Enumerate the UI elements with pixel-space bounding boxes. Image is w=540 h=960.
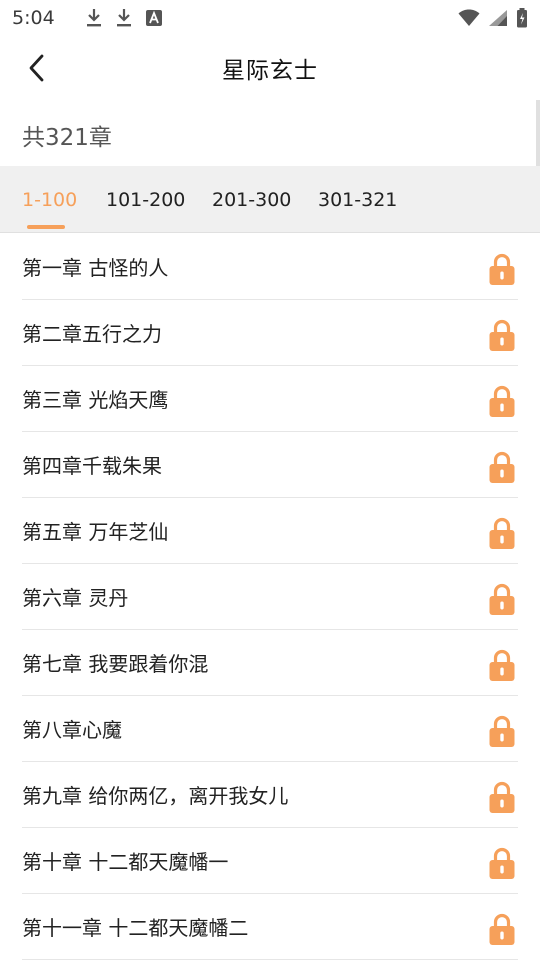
chapter-row[interactable]: 第十一章 十二都天魔幡二 bbox=[22, 894, 518, 960]
chapter-title: 第五章 万年芝仙 bbox=[22, 520, 169, 544]
tab-1-100[interactable]: 1-100 bbox=[22, 166, 77, 233]
lock-icon bbox=[489, 781, 515, 813]
page-title: 星际玄士 bbox=[222, 58, 318, 84]
chapter-row[interactable]: 第四章千载朱果 bbox=[22, 432, 518, 498]
lock-icon bbox=[489, 385, 515, 417]
signal-icon bbox=[488, 8, 508, 28]
status-bar: 5:04 bbox=[0, 0, 540, 36]
lock-icon bbox=[489, 847, 515, 879]
chapter-list: 第一章 古怪的人 第二章五行之力 第三章 光焰天鹰 第四章千载朱果 第五章 万年… bbox=[0, 234, 540, 960]
lock-icon bbox=[489, 451, 515, 483]
chapter-row[interactable]: 第九章 给你两亿，离开我女儿 bbox=[22, 762, 518, 828]
chapter-row[interactable]: 第七章 我要跟着你混 bbox=[22, 630, 518, 696]
download-icon bbox=[115, 8, 133, 28]
chapter-count: 共321章 bbox=[22, 125, 112, 151]
status-time: 5:04 bbox=[12, 7, 55, 29]
tab-bar: 1-100 101-200 201-300 301-321 bbox=[0, 166, 540, 233]
tab-101-200[interactable]: 101-200 bbox=[106, 166, 185, 233]
lock-icon bbox=[489, 517, 515, 549]
active-tab-indicator bbox=[27, 225, 65, 229]
text-a-icon bbox=[145, 8, 163, 28]
chapter-title: 第三章 光焰天鹰 bbox=[22, 388, 169, 412]
chapter-row[interactable]: 第五章 万年芝仙 bbox=[22, 498, 518, 564]
lock-icon bbox=[489, 319, 515, 351]
lock-icon bbox=[489, 715, 515, 747]
lock-icon bbox=[489, 913, 515, 945]
chapter-row[interactable]: 第一章 古怪的人 bbox=[22, 234, 518, 300]
wifi-icon bbox=[458, 8, 480, 28]
chapter-title: 第二章五行之力 bbox=[22, 322, 162, 346]
app-bar: 星际玄士 bbox=[0, 36, 540, 100]
chapter-title: 第四章千载朱果 bbox=[22, 454, 162, 478]
lock-icon bbox=[489, 649, 515, 681]
chapter-title: 第七章 我要跟着你混 bbox=[22, 652, 209, 676]
chapter-row[interactable]: 第二章五行之力 bbox=[22, 300, 518, 366]
chapter-title: 第六章 灵丹 bbox=[22, 586, 129, 610]
chapter-row[interactable]: 第十章 十二都天魔幡一 bbox=[22, 828, 518, 894]
chapter-title: 第十章 十二都天魔幡一 bbox=[22, 850, 229, 874]
chevron-left-icon bbox=[29, 54, 44, 82]
chapter-title: 第十一章 十二都天魔幡二 bbox=[22, 916, 249, 940]
lock-icon bbox=[489, 253, 515, 285]
back-button[interactable] bbox=[16, 48, 56, 88]
battery-icon bbox=[516, 8, 528, 28]
chapter-row[interactable]: 第六章 灵丹 bbox=[22, 564, 518, 630]
status-icons-right bbox=[458, 8, 528, 28]
chapter-row[interactable]: 第八章心魔 bbox=[22, 696, 518, 762]
chapter-title: 第八章心魔 bbox=[22, 718, 122, 742]
tab-201-300[interactable]: 201-300 bbox=[212, 166, 291, 233]
lock-icon bbox=[489, 583, 515, 615]
chapter-title: 第一章 古怪的人 bbox=[22, 256, 169, 280]
chapter-row[interactable]: 第三章 光焰天鹰 bbox=[22, 366, 518, 432]
download-icon bbox=[85, 8, 103, 28]
status-icons-left bbox=[85, 8, 163, 28]
tab-301-321[interactable]: 301-321 bbox=[318, 166, 397, 233]
chapter-title: 第九章 给你两亿，离开我女儿 bbox=[22, 784, 289, 808]
